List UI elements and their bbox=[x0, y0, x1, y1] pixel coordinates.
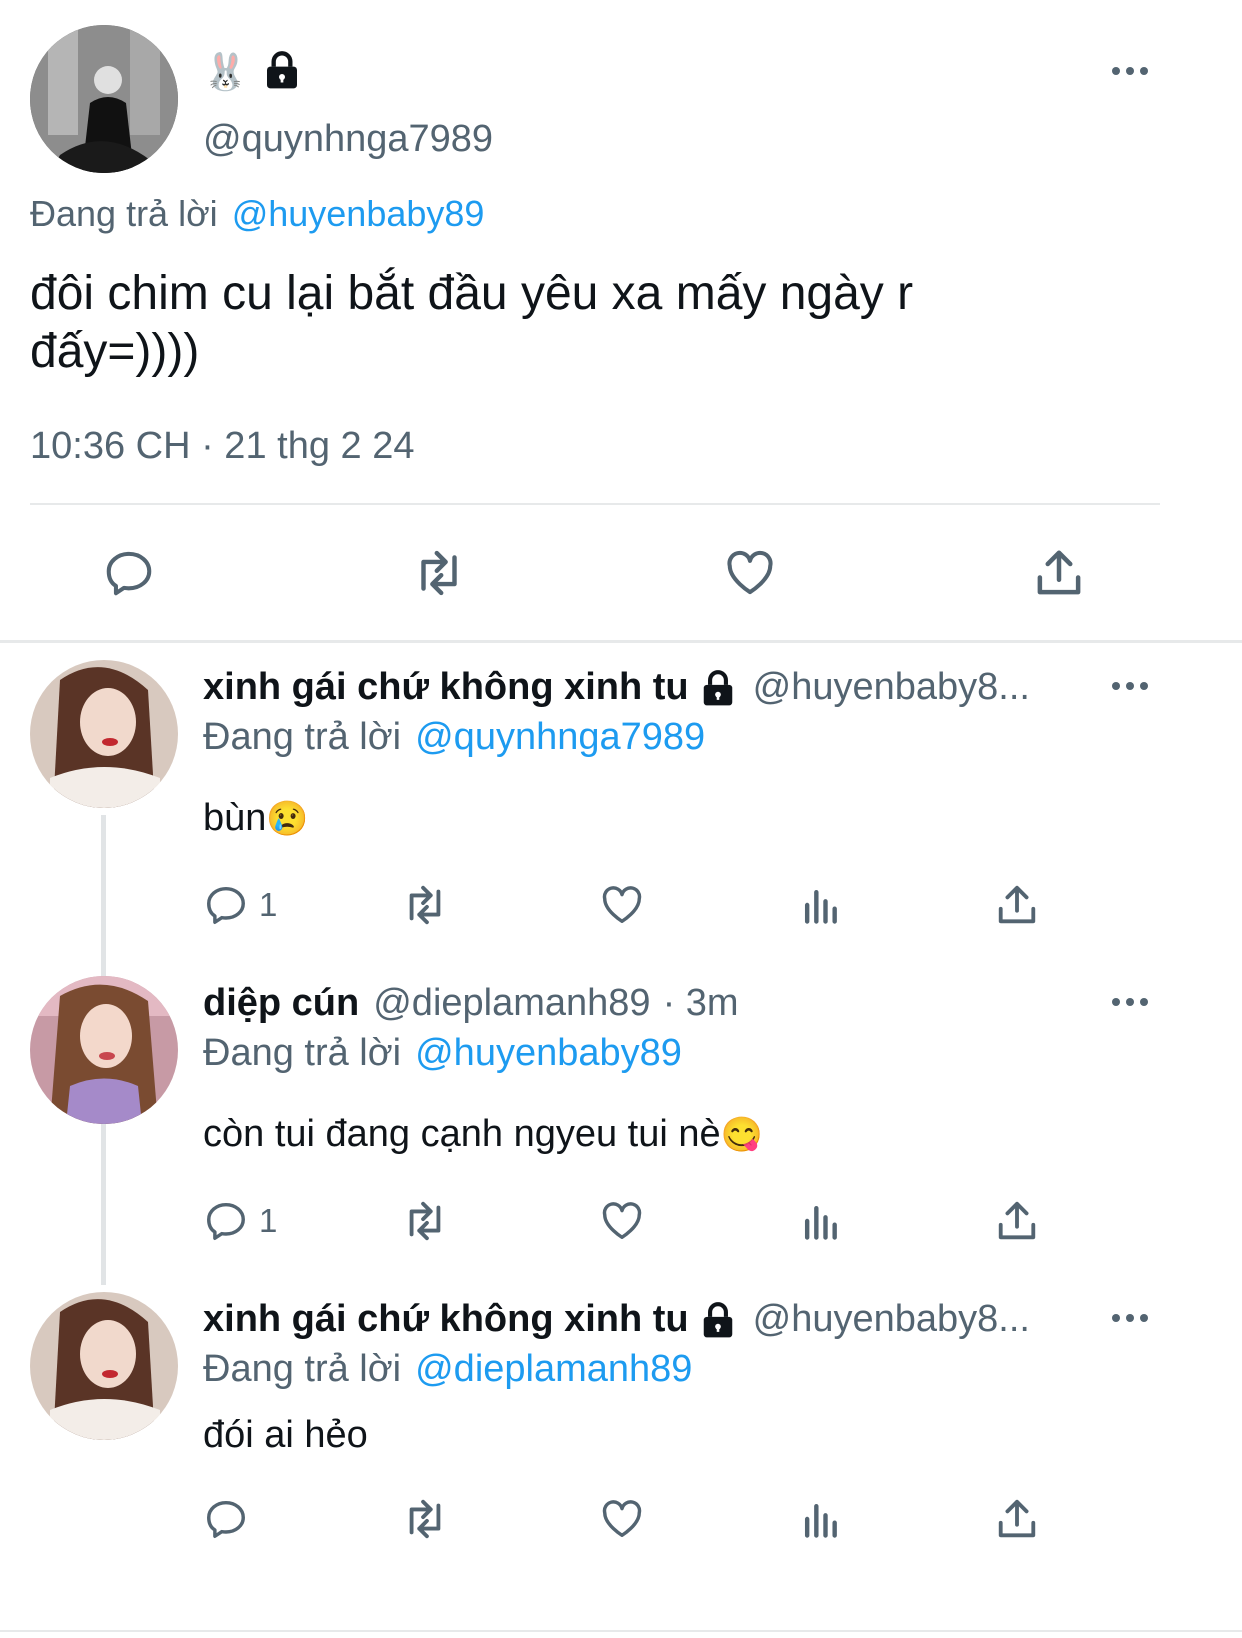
views-icon[interactable] bbox=[798, 1198, 842, 1244]
reply-to-link[interactable]: @huyenbaby89 bbox=[415, 1032, 682, 1075]
like-icon[interactable] bbox=[598, 1198, 646, 1244]
retweet-icon[interactable] bbox=[398, 1496, 452, 1542]
section-divider bbox=[0, 640, 1242, 643]
like-icon[interactable] bbox=[598, 882, 646, 928]
reply-handle[interactable]: @huyenbaby8... bbox=[753, 1298, 1030, 1341]
reply-avatar[interactable] bbox=[30, 1292, 178, 1440]
reply-handle[interactable]: @dieplamanh89 bbox=[373, 982, 650, 1025]
retweet-icon[interactable] bbox=[408, 546, 470, 600]
display-name-emoji: 🐰 bbox=[203, 51, 248, 92]
reply-to-link[interactable]: @dieplamanh89 bbox=[415, 1348, 692, 1391]
author-handle[interactable]: @quynhnga7989 bbox=[203, 118, 493, 161]
retweet-icon[interactable] bbox=[398, 882, 452, 928]
crying-face-emoji: 😢 bbox=[266, 799, 309, 838]
lock-icon bbox=[699, 669, 737, 707]
avatar-portrait bbox=[30, 976, 178, 1124]
reply-display-name[interactable]: diệp cún bbox=[203, 982, 359, 1025]
reply-header: xinh gái chứ không xinh tu @huyenbaby8..… bbox=[203, 666, 1030, 709]
avatar-portrait bbox=[30, 1292, 178, 1440]
yum-face-emoji: 😋 bbox=[720, 1115, 763, 1154]
more-options-button[interactable] bbox=[1112, 1314, 1148, 1322]
views-icon[interactable] bbox=[798, 1496, 842, 1542]
more-options-button[interactable] bbox=[1112, 67, 1148, 75]
lock-icon bbox=[262, 50, 302, 90]
more-options-button[interactable] bbox=[1112, 682, 1148, 690]
reply-button[interactable]: 1 bbox=[203, 1198, 277, 1244]
reply-prefix: Đang trả lời bbox=[203, 1032, 402, 1074]
reply-prefix: Đang trả lời bbox=[203, 1348, 402, 1390]
reply-text-body: còn tui đang cạnh ngyeu tui nè bbox=[203, 1113, 721, 1155]
reply-count: 1 bbox=[259, 1202, 278, 1239]
reply-icon bbox=[203, 882, 249, 928]
reply-display-name[interactable]: xinh gái chứ không xinh tu bbox=[203, 1298, 689, 1341]
reply-text-body: đói ai hẻo bbox=[203, 1414, 368, 1456]
reply-icon[interactable] bbox=[203, 1496, 249, 1542]
reply-prefix: Đang trả lời bbox=[203, 716, 402, 758]
reply-handle[interactable]: @huyenbaby8... bbox=[753, 666, 1030, 709]
reply-time[interactable]: · 3m bbox=[663, 982, 739, 1025]
divider bbox=[30, 503, 1160, 505]
tweet-text-line-2: đấy=)))) bbox=[30, 325, 200, 378]
avatar-portrait bbox=[30, 660, 178, 808]
author-avatar[interactable] bbox=[30, 25, 178, 173]
reply-to-link[interactable]: @quynhnga7989 bbox=[415, 716, 705, 759]
reply-avatar[interactable] bbox=[30, 660, 178, 808]
reply-prefix: Đang trả lời bbox=[30, 193, 218, 234]
tweet-text-line-1: đôi chim cu lại bắt đầu yêu xa mấy ngày … bbox=[30, 267, 914, 320]
reply-avatar[interactable] bbox=[30, 976, 178, 1124]
reply-button[interactable]: 1 bbox=[203, 882, 277, 928]
reply-display-name[interactable]: xinh gái chứ không xinh tu bbox=[203, 666, 689, 709]
reply-context: Đang trả lời @huyenbaby89 bbox=[30, 193, 484, 235]
reply-context: Đang trả lời @quynhnga7989 bbox=[203, 716, 705, 759]
tweet-text: đôi chim cu lại bắt đầu yêu xa mấy ngày … bbox=[30, 265, 1210, 381]
views-icon[interactable] bbox=[798, 882, 842, 928]
tweet-timestamp[interactable]: 10:36 CH · 21 thg 2 24 bbox=[30, 425, 414, 468]
like-icon[interactable] bbox=[722, 546, 778, 600]
share-icon[interactable] bbox=[1032, 546, 1086, 600]
more-options-button[interactable] bbox=[1112, 998, 1148, 1006]
reply-text: đói ai hẻo bbox=[203, 1414, 368, 1457]
retweet-icon[interactable] bbox=[398, 1198, 452, 1244]
share-icon[interactable] bbox=[994, 1198, 1040, 1244]
reply-text-body: bùn bbox=[203, 797, 267, 839]
reply-to-link[interactable]: @huyenbaby89 bbox=[232, 193, 485, 235]
reply-header: diệp cún @dieplamanh89 · 3m bbox=[203, 982, 739, 1025]
lock-icon bbox=[699, 1301, 737, 1339]
reply-text: còn tui đang cạnh ngyeu tui nè 😋 bbox=[203, 1113, 763, 1156]
reply-icon bbox=[203, 1198, 249, 1244]
reply-text: bùn 😢 bbox=[203, 797, 309, 840]
reply-context: Đang trả lời @dieplamanh89 bbox=[203, 1348, 692, 1391]
reply-context: Đang trả lời @huyenbaby89 bbox=[203, 1032, 682, 1075]
like-icon[interactable] bbox=[598, 1496, 646, 1542]
reply-count: 1 bbox=[259, 886, 278, 923]
share-icon[interactable] bbox=[994, 882, 1040, 928]
avatar-person-silhouette bbox=[30, 25, 178, 173]
share-icon[interactable] bbox=[994, 1496, 1040, 1542]
reply-icon[interactable] bbox=[102, 546, 156, 600]
reply-header: xinh gái chứ không xinh tu @huyenbaby8..… bbox=[203, 1298, 1030, 1341]
bottom-divider bbox=[0, 1630, 1242, 1632]
